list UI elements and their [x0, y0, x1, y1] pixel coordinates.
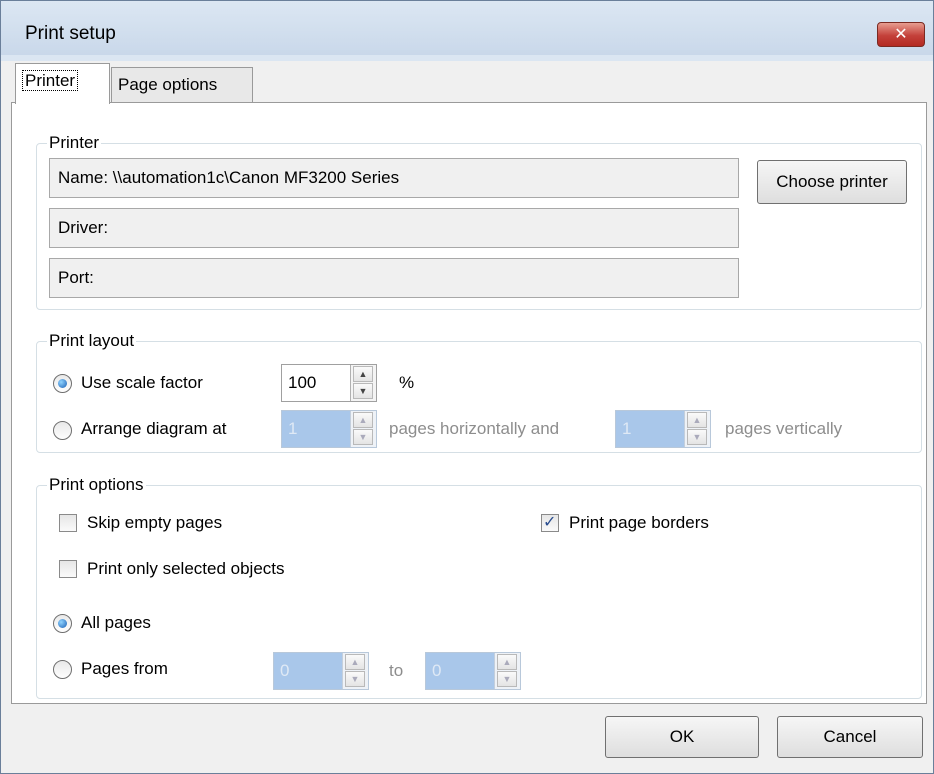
- printer-port-field: Port:: [49, 258, 739, 298]
- use-scale-factor-label[interactable]: Use scale factor: [81, 372, 203, 394]
- pages-vertical-label: pages vertically: [725, 419, 843, 438]
- tab-page-options-label: Page options: [118, 75, 218, 94]
- arrange-diagram-label[interactable]: Arrange diagram at: [81, 418, 227, 440]
- spin-down-icon[interactable]: ▼: [497, 671, 517, 687]
- print-options-group: Print options Skip empty pages ✓ Print p…: [36, 474, 922, 699]
- close-icon: ✕: [894, 24, 908, 43]
- use-scale-factor-radio[interactable]: [53, 374, 72, 393]
- choose-printer-label: Choose printer: [776, 172, 888, 191]
- print-layout-title: Print layout: [47, 330, 137, 352]
- checkmark-icon: ✓: [543, 512, 557, 531]
- pages-from-label[interactable]: Pages from: [81, 658, 168, 680]
- pages-horizontal-spinner[interactable]: 1 ▲ ▼: [281, 410, 377, 448]
- spin-up-icon[interactable]: ▲: [353, 412, 373, 428]
- tab-printer-label: Printer: [22, 70, 79, 91]
- pages-from-spinner[interactable]: 0 ▲ ▼: [273, 652, 369, 690]
- tab-panel: Printer Name: \\automation1c\Canon MF320…: [11, 102, 927, 704]
- pages-horizontal-label: pages horizontally and: [389, 419, 560, 438]
- close-button[interactable]: ✕: [877, 22, 925, 47]
- skip-empty-pages-checkbox[interactable]: [59, 514, 77, 532]
- radio-selected-dot: [58, 379, 67, 388]
- print-options-title: Print options: [47, 474, 146, 496]
- print-page-borders-label[interactable]: Print page borders: [569, 512, 709, 534]
- pages-vertical-spinner[interactable]: 1 ▲ ▼: [615, 410, 711, 448]
- all-pages-radio[interactable]: [53, 614, 72, 633]
- ok-button-label: OK: [669, 727, 695, 746]
- printer-group: Printer Name: \\automation1c\Canon MF320…: [36, 132, 922, 310]
- print-layout-group: Print layout Use scale factor 100 ▲ ▼ % …: [36, 330, 922, 453]
- pages-to-arrows: ▲ ▼: [494, 653, 520, 689]
- tab-printer[interactable]: Printer: [15, 63, 110, 104]
- spin-down-icon[interactable]: ▼: [353, 429, 373, 445]
- print-setup-window: Print setup ✕ Printer Page options Print…: [0, 0, 934, 774]
- pages-to-label: to: [389, 661, 404, 680]
- pages-vertical-arrows: ▲ ▼: [684, 411, 710, 447]
- printer-port-value: Port:: [58, 268, 94, 287]
- skip-empty-pages-label[interactable]: Skip empty pages: [87, 512, 222, 534]
- print-page-borders-checkbox[interactable]: ✓: [541, 512, 559, 532]
- cancel-button[interactable]: Cancel: [777, 716, 923, 758]
- scale-factor-value[interactable]: 100: [288, 373, 316, 393]
- pages-horizontal-value[interactable]: 1: [288, 419, 297, 439]
- all-pages-label[interactable]: All pages: [81, 612, 151, 634]
- scale-factor-spinner[interactable]: 100 ▲ ▼: [281, 364, 377, 402]
- pages-from-arrows: ▲ ▼: [342, 653, 368, 689]
- printer-group-title: Printer: [47, 132, 102, 154]
- spin-down-icon[interactable]: ▼: [687, 429, 707, 445]
- print-selected-only-checkbox[interactable]: [59, 560, 77, 578]
- cancel-button-label: Cancel: [823, 727, 877, 746]
- spin-up-icon[interactable]: ▲: [345, 654, 365, 670]
- spin-up-icon[interactable]: ▲: [497, 654, 517, 670]
- spin-down-icon[interactable]: ▼: [345, 671, 365, 687]
- printer-driver-value: Driver:: [58, 218, 109, 237]
- pages-to-spinner[interactable]: 0 ▲ ▼: [425, 652, 521, 690]
- scale-unit-label: %: [399, 373, 415, 392]
- pages-from-radio[interactable]: [53, 660, 72, 679]
- pages-from-value[interactable]: 0: [280, 661, 289, 681]
- title-bar-border: [1, 55, 933, 61]
- title-bar: Print setup ✕: [1, 1, 933, 55]
- spin-down-icon[interactable]: ▼: [353, 383, 373, 399]
- printer-driver-field: Driver:: [49, 208, 739, 248]
- spin-up-icon[interactable]: ▲: [353, 366, 373, 382]
- print-selected-only-label[interactable]: Print only selected objects: [87, 558, 285, 580]
- pages-vertical-value[interactable]: 1: [622, 419, 631, 439]
- printer-name-field: Name: \\automation1c\Canon MF3200 Series: [49, 158, 739, 198]
- window-title: Print setup: [25, 23, 116, 44]
- pages-to-value[interactable]: 0: [432, 661, 441, 681]
- spin-up-icon[interactable]: ▲: [687, 412, 707, 428]
- ok-button[interactable]: OK: [605, 716, 759, 758]
- pages-horizontal-arrows: ▲ ▼: [350, 411, 376, 447]
- arrange-diagram-radio[interactable]: [53, 421, 72, 440]
- choose-printer-button[interactable]: Choose printer: [757, 160, 907, 204]
- radio-selected-dot: [58, 619, 67, 628]
- scale-factor-arrows: ▲ ▼: [350, 365, 376, 401]
- printer-name-value: Name: \\automation1c\Canon MF3200 Series: [58, 168, 400, 187]
- tab-page-options[interactable]: Page options: [111, 67, 253, 103]
